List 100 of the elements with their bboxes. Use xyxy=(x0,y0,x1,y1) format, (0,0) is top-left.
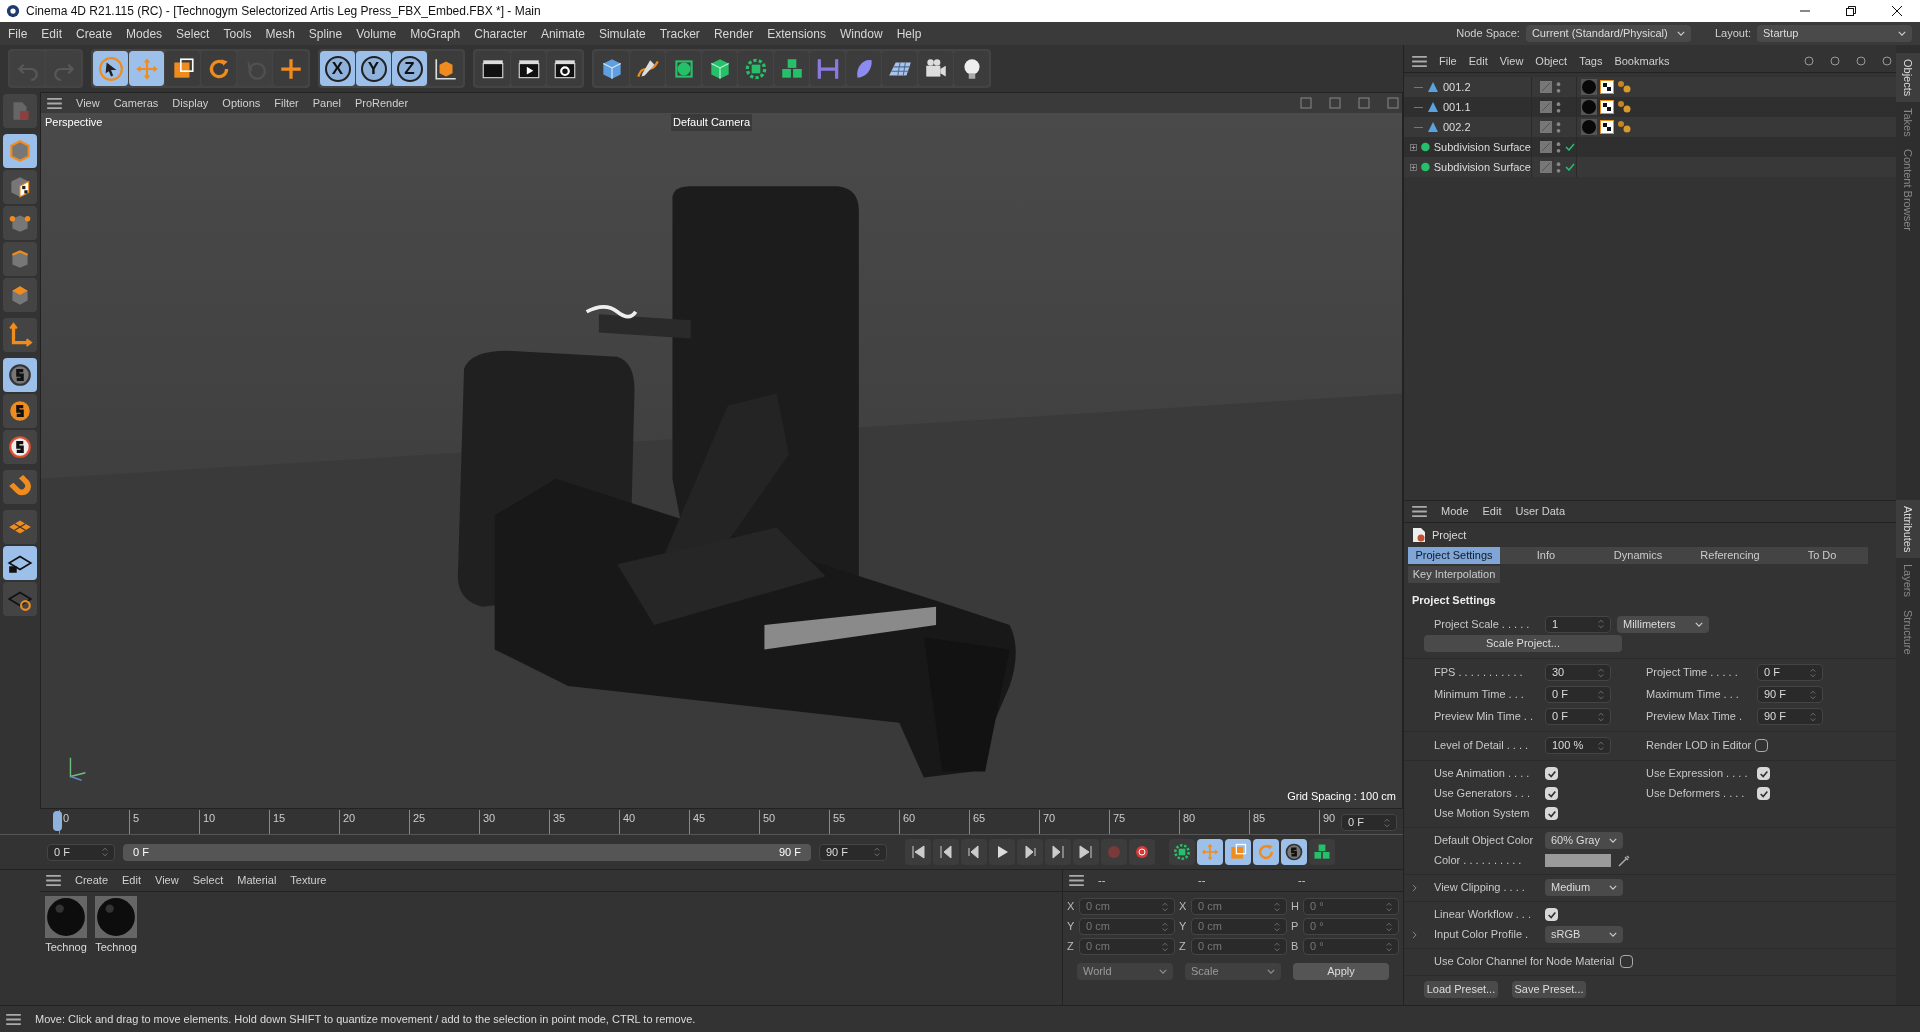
check-icon[interactable] xyxy=(1565,143,1575,151)
dropdown[interactable]: 60% Gray xyxy=(1545,832,1623,849)
number-field[interactable]: 90 F xyxy=(1757,708,1823,725)
skip-start-icon[interactable] xyxy=(910,844,926,860)
spinner-arrows-icon[interactable] xyxy=(1598,689,1604,700)
side-tab[interactable]: Structure xyxy=(1896,603,1920,661)
visibility-dots-icon[interactable] xyxy=(1556,140,1561,154)
toolbar-button[interactable]: Y xyxy=(356,51,391,86)
tool-button[interactable] xyxy=(3,582,37,616)
number-field[interactable]: 30 xyxy=(1545,664,1611,681)
toolbar-button[interactable] xyxy=(882,51,917,86)
expand-icon[interactable] xyxy=(1410,142,1417,152)
spinner-arrows-icon[interactable] xyxy=(1384,817,1390,828)
checkbox[interactable] xyxy=(1545,787,1558,800)
menu-item[interactable]: Tracker xyxy=(659,24,700,43)
preset-button[interactable]: Save Preset... xyxy=(1512,980,1586,998)
menu-icon[interactable] xyxy=(1069,875,1084,886)
tool-button[interactable] xyxy=(3,358,37,392)
tab[interactable]: Dynamics xyxy=(1592,547,1684,564)
tool-button[interactable] xyxy=(3,394,37,428)
toolbar-button[interactable] xyxy=(918,51,953,86)
number-field[interactable]: 0 F xyxy=(1545,686,1611,703)
dropdown[interactable]: Current (Standard/Physical) xyxy=(1525,25,1691,42)
uvw-tag-icon[interactable] xyxy=(1600,100,1614,114)
menu-item[interactable]: Help xyxy=(896,24,922,43)
tab[interactable]: Key Interpolation xyxy=(1408,566,1500,583)
menu-item[interactable]: View xyxy=(155,872,179,889)
dropdown[interactable]: Scale xyxy=(1185,963,1281,980)
frame-field[interactable]: 0 F xyxy=(47,843,115,861)
chevron-icon[interactable] xyxy=(1412,883,1417,892)
next-key-icon[interactable] xyxy=(1050,844,1066,860)
spinner-arrows-icon[interactable] xyxy=(1598,711,1604,722)
menu-item[interactable]: Edit xyxy=(41,24,63,43)
side-tab[interactable]: Attributes xyxy=(1896,500,1920,559)
toolbar-button[interactable]: Z xyxy=(392,51,427,86)
toolbar-button[interactable]: X xyxy=(320,51,355,86)
eyedropper-icon[interactable] xyxy=(1617,853,1631,868)
object-name[interactable]: 002.2 xyxy=(1443,118,1471,136)
checkbox[interactable] xyxy=(1757,787,1770,800)
visibility-dots-icon[interactable] xyxy=(1556,80,1561,94)
menu-item[interactable]: View xyxy=(1499,53,1524,70)
checkbox[interactable] xyxy=(1757,767,1770,780)
spinner-arrows-icon[interactable] xyxy=(1598,619,1604,629)
tool-button[interactable] xyxy=(3,546,37,580)
menu-item[interactable]: File xyxy=(8,24,28,43)
dots-tag-icon[interactable] xyxy=(1617,80,1631,94)
spinner-arrows-icon[interactable] xyxy=(102,847,108,857)
visibility-dots-icon[interactable] xyxy=(1556,120,1561,134)
checkbox[interactable] xyxy=(1545,767,1558,780)
spinner-arrows-icon[interactable] xyxy=(1598,667,1604,678)
toolbar-button[interactable] xyxy=(428,51,463,86)
material-swatch[interactable] xyxy=(45,896,87,938)
side-tab[interactable]: Objects xyxy=(1896,53,1920,103)
menu-item[interactable]: Texture xyxy=(290,872,327,889)
menu-item[interactable]: Edit xyxy=(122,872,141,889)
object-name[interactable]: 001.1 xyxy=(1443,98,1471,116)
menu-item[interactable]: Mode xyxy=(1441,503,1469,520)
frame-field[interactable]: 90 F xyxy=(819,843,887,861)
toolbar-button[interactable] xyxy=(165,51,200,86)
dropdown[interactable]: Medium xyxy=(1545,879,1623,896)
uvw-tag-icon[interactable] xyxy=(1600,120,1614,134)
toolbar-button[interactable] xyxy=(702,51,737,86)
tab[interactable]: Info xyxy=(1500,547,1592,564)
menu-item[interactable]: Window xyxy=(839,24,883,43)
skip-end-icon[interactable] xyxy=(1078,844,1094,860)
scale-project-button[interactable]: Scale Project... xyxy=(1424,634,1622,652)
frame-field[interactable]: 0 F xyxy=(1341,814,1397,831)
tool-button[interactable] xyxy=(3,170,37,204)
toolbar-button[interactable] xyxy=(594,51,629,86)
close-icon[interactable] xyxy=(1892,6,1902,16)
range-slider[interactable]: 0 F 90 F xyxy=(123,843,811,861)
menu-item[interactable]: Object xyxy=(1535,53,1568,70)
menu-item[interactable]: Simulate xyxy=(598,24,646,43)
menu-item[interactable]: Modes xyxy=(126,24,163,43)
toolbar-button[interactable] xyxy=(511,51,546,86)
dropdown[interactable]: Startup xyxy=(1757,25,1912,42)
menu-item[interactable]: File xyxy=(1439,53,1457,70)
menu-item[interactable]: Create xyxy=(76,24,113,43)
menu-item[interactable]: Select xyxy=(192,872,224,889)
menu-icon[interactable] xyxy=(1412,506,1427,517)
menu-item[interactable]: Tags xyxy=(1579,53,1603,70)
menu-icon[interactable] xyxy=(46,875,61,886)
tool-button[interactable] xyxy=(3,430,37,464)
toolbar-button[interactable] xyxy=(93,51,128,86)
tab[interactable]: Project Settings xyxy=(1408,547,1500,564)
check-icon[interactable] xyxy=(1565,163,1575,171)
spinner-arrows-icon[interactable] xyxy=(1598,740,1604,751)
menu-icon[interactable] xyxy=(47,97,62,109)
material-swatch[interactable] xyxy=(95,896,137,938)
menu-item[interactable]: Select xyxy=(176,24,210,43)
dropdown[interactable]: World xyxy=(1077,963,1173,980)
object-name[interactable]: 001.2 xyxy=(1443,78,1471,96)
number-field[interactable]: 1 xyxy=(1545,615,1611,633)
menu-item[interactable]: Display xyxy=(172,94,209,112)
object-name[interactable]: Subdivision Surface xyxy=(1433,158,1531,176)
menu-item[interactable]: Filter xyxy=(274,94,299,112)
side-tab[interactable]: Content Browser xyxy=(1896,143,1920,237)
expand-icon[interactable] xyxy=(1410,162,1417,172)
dropdown[interactable]: sRGB xyxy=(1545,926,1623,943)
number-field[interactable]: 0 F xyxy=(1545,708,1611,725)
